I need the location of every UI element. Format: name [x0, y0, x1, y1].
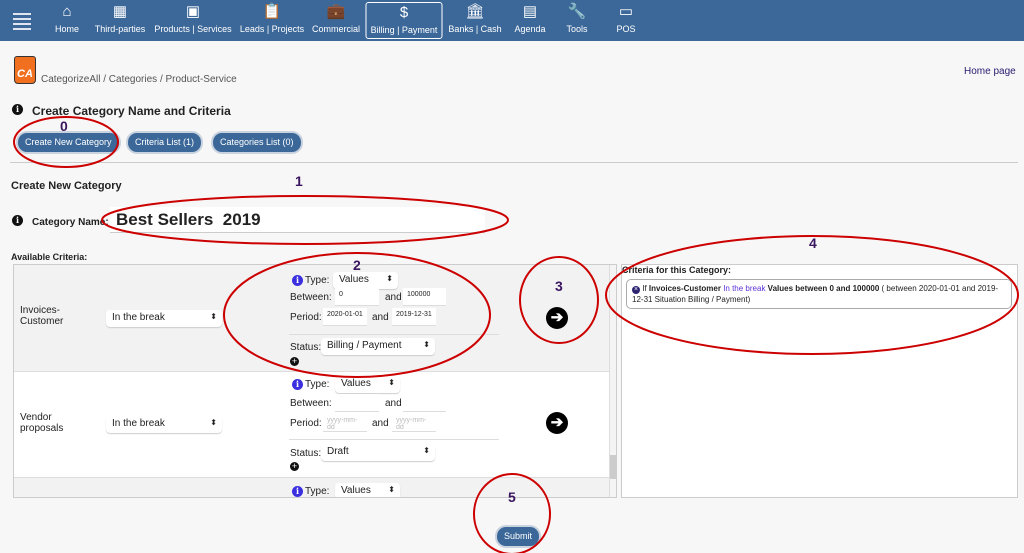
annotation-ellipse: [519, 256, 599, 344]
annotation-number: 4: [809, 235, 817, 251]
annotation-number: 5: [508, 489, 516, 505]
annotation-ellipse: [605, 235, 1019, 355]
annotation-number: 0: [60, 118, 68, 134]
annotation-ellipse: [473, 473, 551, 553]
annotation-number: 1: [295, 173, 303, 189]
annotation-number: 2: [353, 257, 361, 273]
annotation-number: 3: [555, 278, 563, 294]
annotation-overlay: [13, 116, 1019, 553]
annotation-ellipse: [101, 195, 509, 245]
